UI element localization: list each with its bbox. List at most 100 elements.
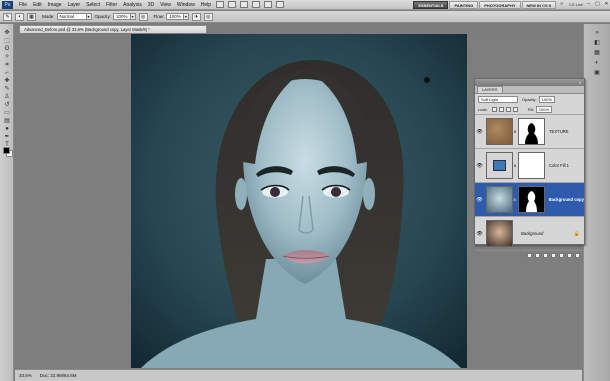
- healing-brush-tool-icon[interactable]: ✚: [3, 78, 11, 84]
- layer-name: Background copy: [548, 197, 584, 202]
- collapse-panel-icon[interactable]: «: [579, 79, 581, 86]
- lasso-tool-icon[interactable]: ʘ: [3, 46, 11, 52]
- quick-select-tool-icon[interactable]: ✧: [3, 54, 11, 60]
- pen-tool-icon[interactable]: ✒: [3, 134, 11, 140]
- menu-help[interactable]: Help: [198, 0, 214, 10]
- new-layer-icon[interactable]: [567, 253, 572, 258]
- mask-link-icon[interactable]: 8: [513, 197, 517, 202]
- masks-panel-icon[interactable]: ▣: [592, 70, 602, 77]
- hand-tool-icon[interactable]: [252, 1, 261, 8]
- layers-panel-titlebar[interactable]: «: [475, 79, 584, 86]
- arrange-documents-icon[interactable]: [264, 1, 273, 8]
- visibility-eye-icon[interactable]: 👁: [475, 231, 484, 237]
- layer-name: Color Fill 1: [549, 163, 570, 168]
- layer-row-texture[interactable]: 👁 8 TEXTURE: [475, 114, 584, 148]
- lock-position-icon[interactable]: [505, 106, 511, 112]
- layer-mask-thumbnail[interactable]: [518, 152, 545, 179]
- layer-row-background[interactable]: 👁 Background 🔒: [475, 216, 584, 250]
- document-size-info[interactable]: Doc: 22.9M/84.6M: [40, 373, 77, 378]
- layer-thumbnail: [486, 220, 513, 247]
- portrait-photo[interactable]: [131, 34, 467, 368]
- photoshop-window: Ps File Edit Image Layer Select Filter A…: [0, 0, 610, 381]
- workspace-photography[interactable]: PHOTOGRAPHY: [479, 0, 521, 9]
- color-panel-icon[interactable]: ◧: [592, 40, 602, 47]
- flow-dropdown-icon[interactable]: ▼: [183, 13, 189, 20]
- eraser-tool-icon[interactable]: ▭: [3, 110, 11, 116]
- menu-analysis[interactable]: Analysis: [120, 0, 145, 10]
- visibility-eye-icon[interactable]: 👁: [475, 163, 484, 169]
- tab-layers[interactable]: LAYERS: [477, 86, 503, 93]
- visibility-eye-icon[interactable]: 👁: [475, 197, 484, 203]
- workspace-new-in-cs5[interactable]: NEW IN CS 5: [521, 0, 556, 9]
- brush-tool-icon[interactable]: ✎: [3, 86, 11, 92]
- marquee-tool-icon[interactable]: ⬚: [3, 38, 11, 44]
- eyedropper-tool-icon[interactable]: ⌐: [3, 70, 11, 76]
- lock-label: Lock:: [478, 106, 488, 112]
- menu-select[interactable]: Select: [83, 0, 103, 10]
- workspace-essentials[interactable]: ESSENTIALS: [413, 0, 449, 9]
- menu-image[interactable]: Image: [45, 0, 65, 10]
- layer-row-color-fill[interactable]: 👁 8 Color Fill 1: [475, 148, 584, 182]
- new-group-icon[interactable]: [559, 253, 564, 258]
- airbrush-icon[interactable]: ✈: [191, 12, 201, 21]
- brush-preset-icon[interactable]: ✎: [3, 12, 12, 21]
- swatches-panel-icon[interactable]: ▦: [592, 50, 602, 57]
- adjustments-panel-icon[interactable]: ◐: [592, 60, 602, 67]
- menu-edit[interactable]: Edit: [30, 0, 45, 10]
- pressure-size-icon[interactable]: ◎: [203, 12, 213, 21]
- mask-link-icon[interactable]: 8: [513, 129, 517, 134]
- fill-input[interactable]: 100%: [535, 105, 553, 113]
- layer-mask-thumbnail[interactable]: [517, 186, 545, 213]
- pressure-opacity-icon[interactable]: ◎: [138, 12, 148, 21]
- more-workspaces-icon[interactable]: »: [558, 1, 565, 8]
- layer-opacity-input[interactable]: 100%: [538, 95, 555, 103]
- clone-stamp-tool-icon[interactable]: ♙: [3, 94, 11, 100]
- cs-live-button[interactable]: CS Live: [569, 2, 583, 7]
- layer-row-background-copy[interactable]: 👁 8 Background copy: [475, 182, 584, 216]
- lock-image-icon[interactable]: [498, 106, 504, 112]
- menu-window[interactable]: Window: [174, 0, 198, 10]
- lock-transparent-icon[interactable]: [491, 106, 497, 112]
- minimize-icon[interactable]: –: [585, 1, 592, 8]
- mode-dropdown-icon[interactable]: ▼: [86, 13, 92, 20]
- move-tool-icon[interactable]: ✥: [3, 30, 11, 36]
- opacity-input[interactable]: 100%: [113, 13, 131, 20]
- lock-all-icon[interactable]: [512, 106, 518, 112]
- bridge-icon[interactable]: [216, 1, 225, 8]
- link-layers-icon[interactable]: [527, 253, 532, 258]
- crop-tool-icon[interactable]: ⌗: [3, 62, 11, 68]
- history-brush-tool-icon[interactable]: ↺: [3, 102, 11, 108]
- gradient-tool-icon[interactable]: ▤: [3, 118, 11, 124]
- add-mask-icon[interactable]: [543, 253, 548, 258]
- layer-mask-thumbnail[interactable]: [518, 118, 545, 145]
- workspace-painting[interactable]: PAINTING: [449, 0, 479, 9]
- dodge-tool-icon[interactable]: ●: [3, 126, 11, 132]
- document-tab[interactable]: Advanced_Before.psd @ 33,6% (Background …: [19, 25, 207, 33]
- dock-collapse-icon[interactable]: »: [592, 30, 602, 37]
- menu-3d[interactable]: 3D: [145, 0, 157, 10]
- foreground-color-swatch[interactable]: [3, 147, 10, 154]
- portrait-image: [131, 34, 467, 368]
- opacity-dropdown-icon[interactable]: ▼: [130, 13, 136, 20]
- layer-style-icon[interactable]: [535, 253, 540, 258]
- layer-thumbnail: [486, 118, 513, 145]
- adjustment-layer-icon[interactable]: [551, 253, 556, 258]
- screen-mode-icon[interactable]: [276, 1, 285, 8]
- flow-input[interactable]: 100%: [166, 13, 184, 20]
- menu-file[interactable]: File: [16, 0, 30, 10]
- menu-layer[interactable]: Layer: [65, 0, 84, 10]
- mode-select[interactable]: Normal: [56, 13, 87, 20]
- delete-layer-icon[interactable]: [575, 253, 580, 258]
- menu-view[interactable]: View: [157, 0, 174, 10]
- maximize-icon[interactable]: ▢: [594, 1, 601, 8]
- zoom-level-icon[interactable]: [240, 1, 249, 8]
- close-icon[interactable]: ✕: [603, 1, 610, 8]
- visibility-eye-icon[interactable]: 👁: [475, 129, 484, 135]
- brush-panel-icon[interactable]: ▦: [27, 12, 36, 21]
- zoom-level[interactable]: 33,6%: [19, 373, 32, 378]
- brush-size-icon[interactable]: •: [15, 12, 24, 21]
- menu-filter[interactable]: Filter: [103, 0, 120, 10]
- mask-link-icon[interactable]: 8: [513, 163, 517, 168]
- mini-bridge-icon[interactable]: [228, 1, 237, 8]
- blend-mode-select[interactable]: Soft Light: [478, 95, 518, 103]
